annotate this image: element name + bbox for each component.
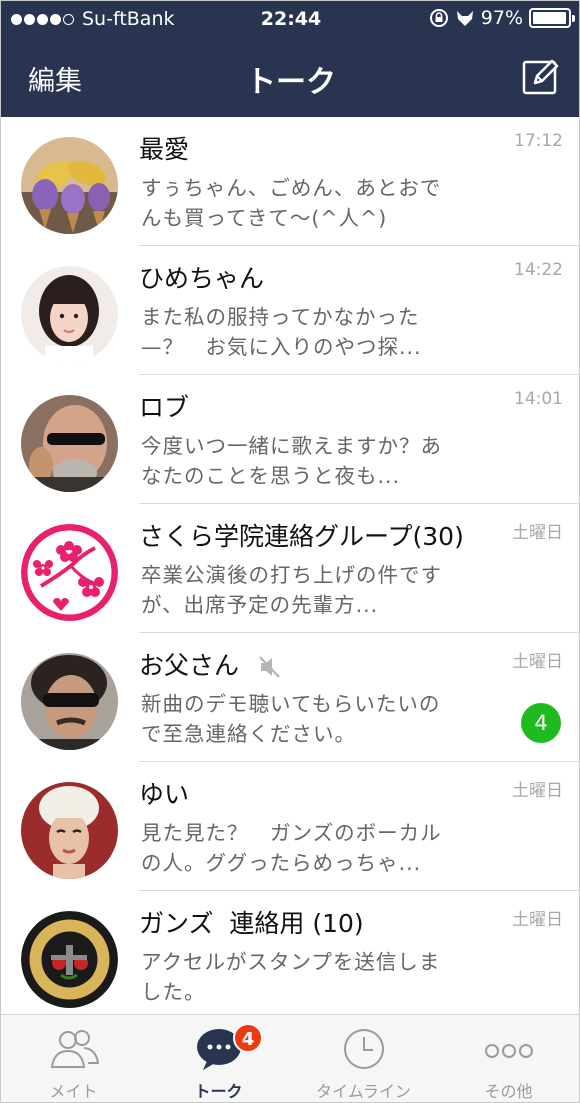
battery-icon bbox=[529, 8, 575, 28]
sakura-logo-avatar bbox=[21, 524, 118, 621]
girl-portrait-avatar bbox=[21, 266, 118, 363]
chat-preview: アクセルがスタンプを送信しました。 bbox=[141, 950, 441, 1004]
chat-row[interactable]: 最愛 すぅちゃん、ごめん、あとおでんも買ってきて〜(^人^) 17:12 bbox=[1, 117, 579, 246]
chat-time: 土曜日 bbox=[512, 910, 563, 930]
chat-time: 14:01 bbox=[514, 389, 563, 409]
chat-name: ロブ bbox=[139, 393, 190, 422]
chat-row[interactable]: ひめちゃん また私の服持ってかなかった—？ お気に入りのやつ探... 14:22 bbox=[1, 246, 579, 375]
mute-icon bbox=[259, 656, 280, 678]
friends-icon bbox=[50, 1030, 99, 1068]
sweet-potato-icecream-avatar bbox=[21, 137, 118, 234]
battery-percent: 97% bbox=[480, 7, 523, 29]
tab-label: メイト bbox=[49, 1082, 98, 1101]
chat-preview: すぅちゃん、ごめん、あとおでんも買ってきて〜(^人^) bbox=[141, 176, 442, 230]
chat-time: 17:12 bbox=[514, 131, 563, 151]
clock-icon bbox=[343, 1029, 384, 1069]
tab-label: その他 bbox=[484, 1082, 533, 1101]
chat-time: 土曜日 bbox=[512, 523, 563, 543]
tab-timeline[interactable]: タイムライン bbox=[291, 1015, 436, 1102]
chat-list: 最愛 すぅちゃん、ごめん、あとおでんも買ってきて〜(^人^) 17:12 ひめち… bbox=[1, 117, 579, 1014]
chat-name: お父さん bbox=[139, 646, 283, 682]
band-logo-avatar bbox=[21, 911, 118, 1008]
battery-fill bbox=[533, 12, 566, 24]
compose-icon[interactable] bbox=[521, 57, 561, 97]
bald-man-sunglasses-avatar bbox=[21, 395, 118, 492]
chat-preview: 新曲のデモ聴いてもらいたいので至急連絡ください。 bbox=[141, 692, 441, 746]
fox-icon bbox=[456, 11, 473, 26]
unread-count-badge: 4 bbox=[521, 703, 561, 743]
tab-talk[interactable]: 4 トーク bbox=[146, 1015, 291, 1102]
chat-name: 最愛 bbox=[139, 135, 190, 164]
chat-row[interactable]: ゆい 見た見た？ ガンズのボーカルの人。ググったらめっちゃ... 土曜日 bbox=[1, 762, 579, 891]
more-icon bbox=[484, 1044, 533, 1058]
chat-row[interactable]: さくら学院連絡グループ(30) 卒業公演後の打ち上げの件ですが、出席予定の先輩方… bbox=[1, 504, 579, 633]
status-right: 97% bbox=[429, 7, 575, 29]
phone-screen: Su-ftBank 22:44 97% 編集 トーク 最愛 すぅちゃん、ごめん、… bbox=[0, 0, 580, 1103]
chat-name: さくら学院連絡グループ(30) bbox=[139, 522, 464, 551]
chat-time: 土曜日 bbox=[512, 781, 563, 801]
girl-towel-avatar bbox=[21, 782, 118, 879]
man-sunglasses-avatar bbox=[21, 653, 118, 750]
chat-preview: また私の服持ってかなかった—？ お気に入りのやつ探... bbox=[141, 305, 422, 359]
tab-bar: メイト 4 トーク タイムライン その他 bbox=[1, 1014, 579, 1102]
chat-name: ゆい bbox=[139, 780, 190, 809]
tab-label: トーク bbox=[194, 1082, 243, 1101]
chat-row[interactable]: ガンズ 連絡用 (10) アクセルがスタンプを送信しました。 土曜日 bbox=[1, 891, 579, 1014]
tab-label: タイムライン bbox=[316, 1082, 411, 1101]
chat-preview: 見た見た？ ガンズのボーカルの人。ググったらめっちゃ... bbox=[141, 821, 442, 875]
chat-name-text: お父さん bbox=[139, 651, 240, 680]
chat-time: 土曜日 bbox=[512, 652, 563, 672]
chat-name: ひめちゃん bbox=[139, 264, 265, 293]
chat-time: 14:22 bbox=[514, 260, 563, 280]
chat-preview: 今度いつ一緒に歌えますか？あなたのことを思うと夜も... bbox=[141, 434, 442, 488]
tab-more[interactable]: その他 bbox=[436, 1015, 579, 1102]
tab-badge: 4 bbox=[233, 1023, 263, 1053]
chat-row[interactable]: ロブ 今度いつ一緒に歌えますか？あなたのことを思うと夜も... 14:01 bbox=[1, 375, 579, 504]
status-bar: Su-ftBank 22:44 97% bbox=[1, 1, 579, 37]
chat-preview: 卒業公演後の打ち上げの件ですが、出席予定の先輩方... bbox=[141, 563, 442, 617]
tab-friends[interactable]: メイト bbox=[1, 1015, 146, 1102]
chat-row[interactable]: お父さん 新曲のデモ聴いてもらいたいので至急連絡ください。 土曜日 4 bbox=[1, 633, 579, 762]
page-title: トーク bbox=[246, 65, 336, 100]
rotation-lock-icon bbox=[429, 9, 448, 27]
chat-name: ガンズ 連絡用 (10) bbox=[139, 909, 364, 938]
nav-bar: 編集 トーク bbox=[1, 37, 579, 117]
